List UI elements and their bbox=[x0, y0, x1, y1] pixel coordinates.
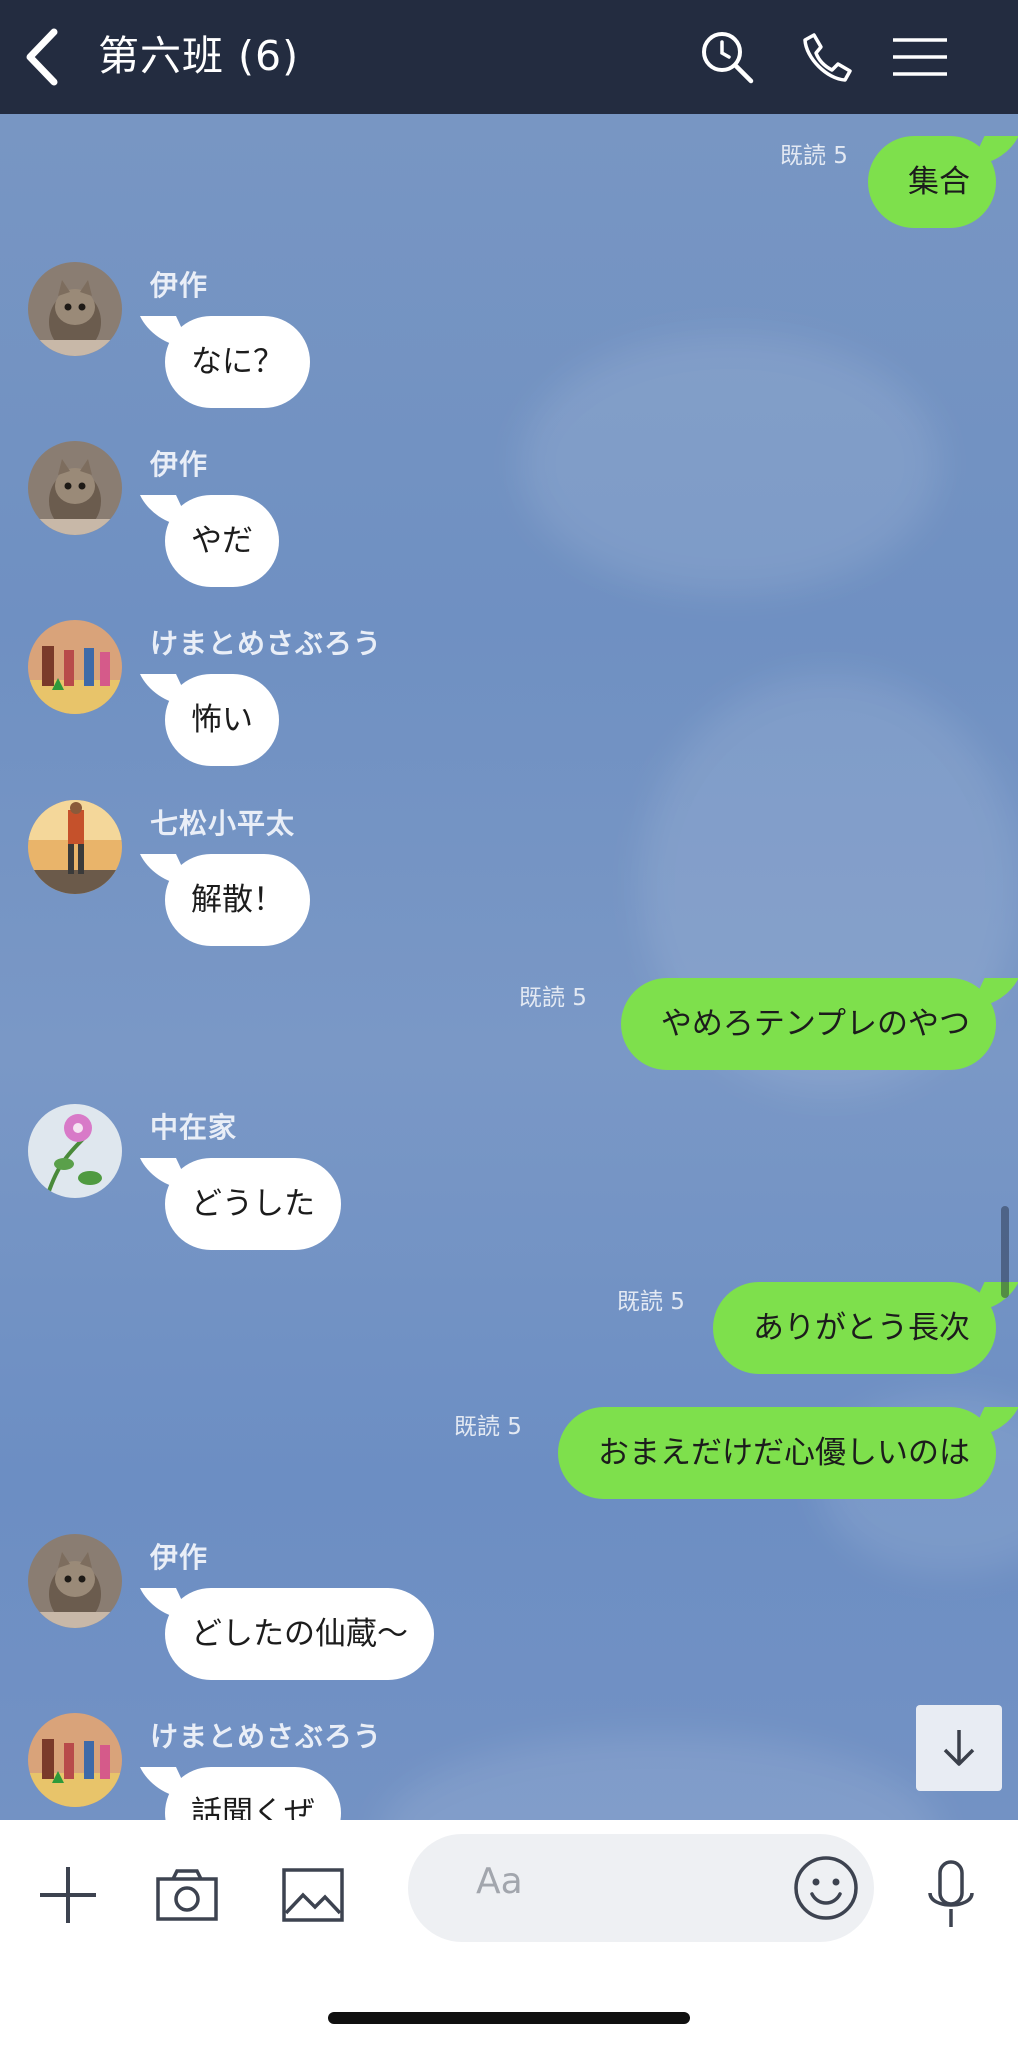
image-icon[interactable] bbox=[278, 1860, 348, 1930]
avatar[interactable] bbox=[28, 1713, 122, 1807]
plus-icon[interactable] bbox=[33, 1860, 103, 1930]
menu-icon[interactable] bbox=[888, 25, 952, 89]
read-receipt: 既読 5 bbox=[454, 1414, 522, 1440]
sender-name: けまとめさぶろう bbox=[150, 1720, 383, 1753]
sender-name: 伊作 bbox=[150, 269, 209, 302]
outgoing-message[interactable]: おまえだけだ心優しいのは bbox=[558, 1407, 996, 1499]
incoming-message[interactable]: どしたの仙蔵〜 bbox=[165, 1588, 434, 1680]
sender-name: けまとめさぶろう bbox=[150, 627, 383, 660]
avatar[interactable] bbox=[28, 441, 122, 535]
message-input-placeholder: Aa bbox=[476, 1861, 523, 1902]
chat-area[interactable]: 既読 5 集合 伊作 なに？ 伊作 やだ けまとめさぶろう 怖い 七松小平太 解… bbox=[0, 114, 1018, 1820]
incoming-message[interactable]: どうした bbox=[165, 1158, 341, 1250]
sender-name: 七松小平太 bbox=[150, 807, 296, 840]
read-receipt: 既読 5 bbox=[519, 985, 587, 1011]
emoji-icon[interactable] bbox=[792, 1854, 860, 1922]
outgoing-message[interactable]: ありがとう長次 bbox=[713, 1282, 996, 1374]
arrow-down-icon bbox=[943, 1730, 975, 1766]
read-receipt: 既読 5 bbox=[617, 1289, 685, 1315]
scrollbar[interactable] bbox=[1001, 1206, 1009, 1298]
avatar[interactable] bbox=[28, 1104, 122, 1198]
message-input[interactable]: Aa bbox=[408, 1834, 874, 1942]
avatar[interactable] bbox=[28, 620, 122, 714]
sender-name: 中在家 bbox=[150, 1111, 238, 1144]
outgoing-message[interactable]: やめろテンプレのやつ bbox=[620, 978, 996, 1070]
back-icon[interactable] bbox=[18, 24, 66, 90]
outgoing-message[interactable]: 集合 bbox=[868, 136, 996, 228]
chat-header: 第六班 (6) bbox=[0, 0, 1018, 114]
avatar[interactable] bbox=[28, 1534, 122, 1628]
microphone-icon[interactable] bbox=[916, 1860, 986, 1930]
phone-icon[interactable] bbox=[795, 25, 859, 89]
incoming-message[interactable]: 解散！ bbox=[165, 854, 310, 946]
scroll-down-button[interactable] bbox=[916, 1705, 1002, 1791]
chat-title: 第六班 (6) bbox=[98, 32, 300, 80]
incoming-message[interactable]: 話聞くぜ bbox=[165, 1767, 341, 1820]
incoming-message[interactable]: 怖い bbox=[165, 674, 279, 766]
sender-name: 伊作 bbox=[150, 1541, 209, 1574]
incoming-message[interactable]: やだ bbox=[165, 495, 279, 587]
read-receipt: 既読 5 bbox=[780, 143, 848, 169]
avatar[interactable] bbox=[28, 800, 122, 894]
incoming-message[interactable]: なに？ bbox=[165, 316, 310, 408]
search-icon[interactable] bbox=[695, 25, 759, 89]
home-indicator[interactable] bbox=[328, 2012, 690, 2024]
camera-icon[interactable] bbox=[152, 1860, 222, 1930]
avatar[interactable] bbox=[28, 262, 122, 356]
sender-name: 伊作 bbox=[150, 448, 209, 481]
